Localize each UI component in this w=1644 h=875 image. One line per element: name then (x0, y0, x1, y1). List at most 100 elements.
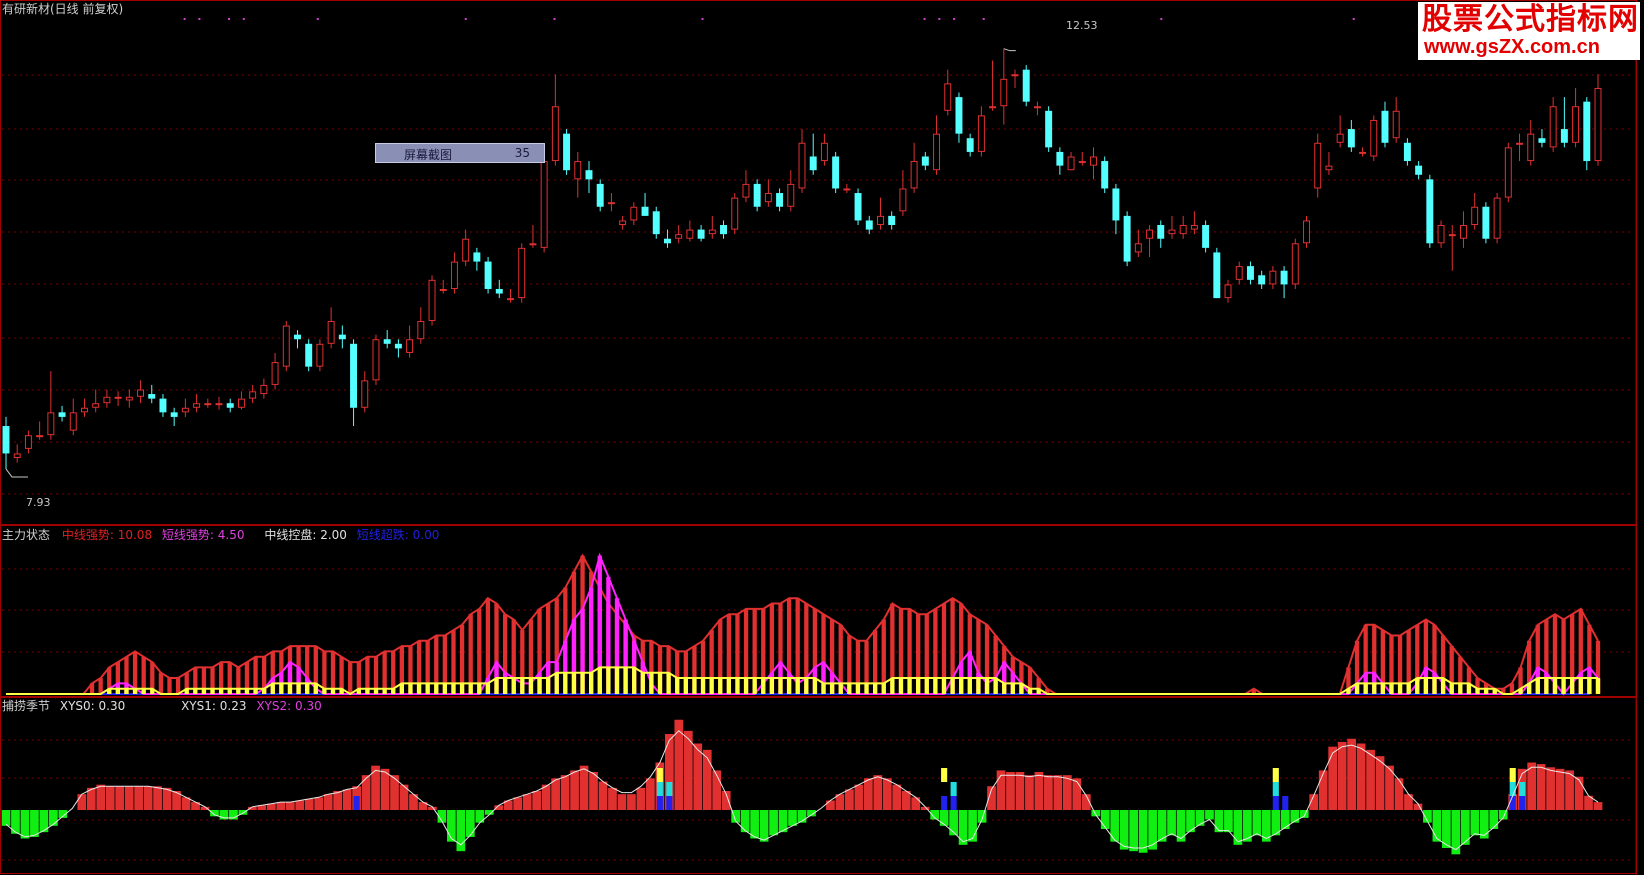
candle-body (1549, 106, 1557, 148)
candle (237, 391, 245, 410)
xys-bar-positive (1025, 775, 1034, 810)
candle-body (1146, 229, 1154, 239)
control-bar (545, 678, 551, 694)
legend-value-dxqs: 4.50 (217, 528, 245, 542)
control-bar (726, 678, 732, 694)
candle (1258, 270, 1266, 289)
signal-dot (227, 18, 230, 20)
screenshot-popup[interactable]: 屏幕截图 35 (375, 143, 545, 163)
candle-body (1314, 142, 1322, 189)
chart-canvas[interactable] (0, 0, 1644, 875)
candle (854, 188, 862, 226)
control-bar (287, 683, 293, 694)
candle-body (24, 435, 32, 449)
signal-yellow (1509, 768, 1516, 782)
xys-bar-positive (598, 781, 608, 810)
candle (989, 60, 997, 111)
control-bar (976, 678, 981, 694)
control-bar (632, 667, 637, 694)
candle (350, 339, 358, 427)
xys-bar-negative (1214, 810, 1224, 833)
xys-bar-negative (1110, 810, 1120, 842)
xys-bar-positive (1044, 775, 1053, 810)
candle-body (697, 229, 705, 239)
candle (226, 398, 234, 413)
control-bar (434, 683, 439, 694)
candlestick-panel[interactable] (2, 18, 1644, 478)
candle (92, 389, 100, 413)
control-bar (1415, 678, 1420, 694)
candle (170, 407, 178, 427)
candle-body (540, 161, 548, 248)
candle-body (1123, 215, 1131, 262)
xys-bar-negative (740, 810, 750, 833)
panel-frames (0, 0, 1637, 875)
candle (1583, 97, 1591, 171)
candle-body (103, 396, 111, 404)
watermark-line2: www.gsZX.com.cn (1424, 36, 1600, 58)
candle-body (159, 398, 167, 413)
candle-body (832, 156, 840, 189)
candle-body (1000, 78, 1008, 107)
signal-cyan (950, 782, 957, 796)
candle (1134, 229, 1142, 257)
control-bar (898, 678, 904, 694)
candle (1246, 261, 1254, 285)
candle-body (338, 334, 346, 340)
candle (753, 179, 761, 212)
candle-body (888, 215, 896, 226)
candle (36, 421, 44, 440)
candle (1202, 220, 1210, 253)
mid-legend: 主力状态 中线强势: 10.08 短线强势: 4.50 中线控盘: 2.00 短… (2, 528, 439, 542)
candle (708, 215, 716, 239)
candle (484, 257, 492, 294)
candle (1291, 238, 1299, 289)
candle (316, 339, 324, 372)
candle-body (1213, 252, 1221, 299)
candle (1112, 183, 1120, 235)
candle (1056, 147, 1064, 175)
candle-body (1516, 142, 1523, 145)
candle-body (933, 133, 941, 171)
candle-body (125, 396, 133, 401)
main-force-panel[interactable] (6, 552, 1601, 696)
xys-bar-positive (1574, 776, 1584, 810)
xys-bar-positive (1347, 738, 1356, 810)
xys-bar-negative (1233, 810, 1243, 845)
candle (720, 220, 727, 239)
signal-dot (198, 18, 201, 20)
candle-body (854, 193, 862, 221)
candle (551, 74, 559, 166)
signal-dot (1352, 18, 1355, 20)
candle-body (877, 215, 884, 226)
xys-bar-negative (30, 810, 39, 837)
xys-bar-positive (617, 794, 627, 810)
candle (394, 339, 402, 358)
control-bar (1380, 683, 1386, 694)
candle (1538, 129, 1546, 148)
candle (540, 156, 548, 253)
candle (1314, 133, 1322, 198)
candle (563, 129, 571, 175)
candle-body (1067, 156, 1075, 171)
xys-bar-positive (1053, 775, 1063, 810)
control-bar (1595, 678, 1601, 694)
xys-bar-positive (115, 786, 125, 810)
candle (607, 193, 615, 212)
xys-bar-positive (361, 775, 371, 810)
xys-bar-positive (1356, 743, 1366, 810)
candle-body (137, 389, 145, 397)
xys-bar-positive (646, 778, 655, 810)
control-bar (666, 672, 671, 694)
candle-body (1347, 129, 1355, 148)
candle-body (1504, 147, 1512, 198)
xys-bar-positive (1394, 778, 1404, 810)
candle-body (731, 197, 739, 230)
candle-body (944, 83, 952, 111)
control-bar (442, 683, 448, 694)
candle (809, 133, 817, 175)
candle (776, 188, 784, 212)
candle-body (1056, 151, 1064, 166)
xys-bar-positive (153, 786, 162, 810)
xys-bar-positive (636, 787, 646, 810)
